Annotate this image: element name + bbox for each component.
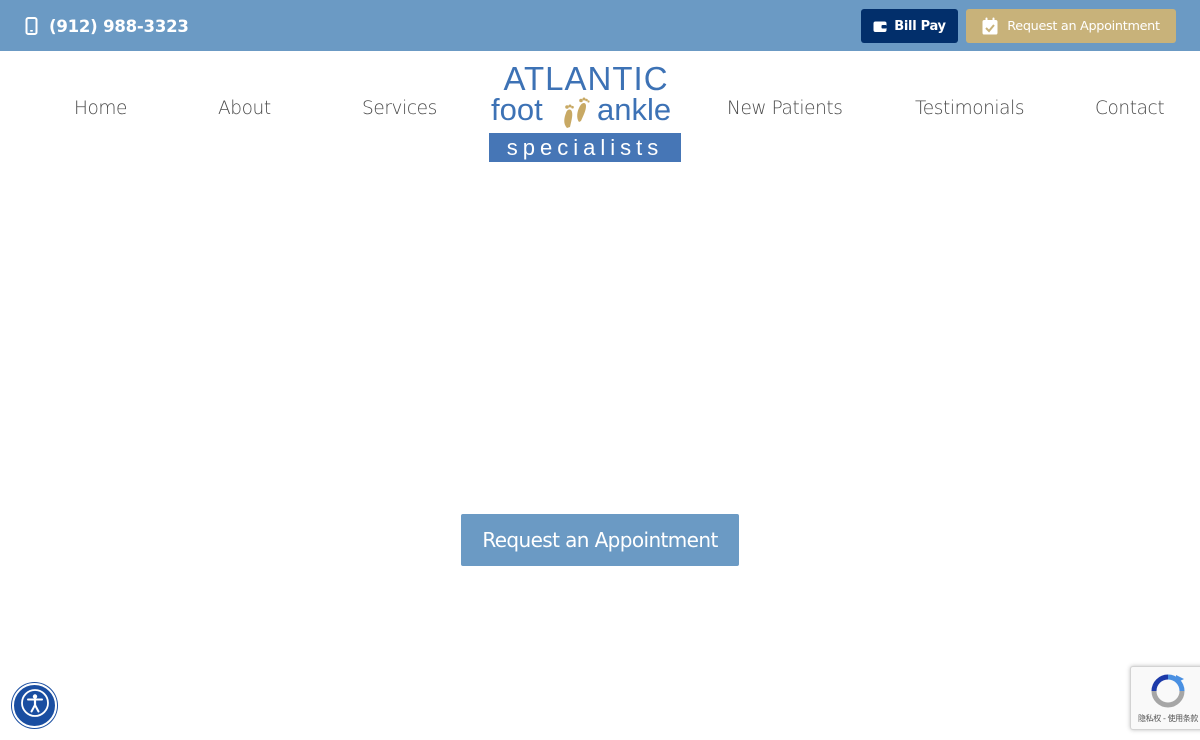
calendar-check-icon xyxy=(982,17,998,35)
request-appointment-main-button[interactable]: Request an Appointment xyxy=(461,514,739,566)
nav-services[interactable]: Services xyxy=(362,98,437,126)
phone-link[interactable]: (912) 988-3323 xyxy=(25,13,189,39)
accessibility-button[interactable] xyxy=(12,683,57,728)
nav-new-patients[interactable]: New Patients xyxy=(727,98,843,126)
logo-ankle-text: ankle xyxy=(597,92,672,127)
logo-foot-text: foot xyxy=(491,92,543,127)
recaptcha-links[interactable]: 隐私权 - 使用条款 xyxy=(1131,713,1200,724)
wallet-icon xyxy=(873,20,887,33)
logo-specialists-text: specialists xyxy=(506,135,664,160)
site-logo[interactable]: ATLANTIC foot ankle specialists xyxy=(488,60,682,163)
recaptcha-icon xyxy=(1150,673,1186,709)
request-appointment-top-button[interactable]: Request an Appointment xyxy=(966,9,1176,43)
bill-pay-button[interactable]: Bill Pay xyxy=(861,9,958,43)
nav-about[interactable]: About xyxy=(218,98,271,126)
top-bar: (912) 988-3323 Bill Pay Request an Appoi… xyxy=(0,0,1200,51)
nav-testimonials[interactable]: Testimonials xyxy=(915,98,1024,126)
accessibility-person-icon xyxy=(20,688,50,723)
nav-contact[interactable]: Contact xyxy=(1095,98,1165,126)
bill-pay-label: Bill Pay xyxy=(894,18,946,34)
logo-atlantic-text: ATLANTIC xyxy=(503,60,669,97)
nav-home[interactable]: Home xyxy=(74,98,127,126)
recaptcha-badge[interactable]: 隐私权 - 使用条款 xyxy=(1130,666,1200,730)
mobile-phone-icon xyxy=(25,17,38,35)
phone-number: (912) 988-3323 xyxy=(49,16,189,36)
footprints-icon xyxy=(558,94,598,130)
request-appointment-top-label: Request an Appointment xyxy=(1007,18,1160,34)
